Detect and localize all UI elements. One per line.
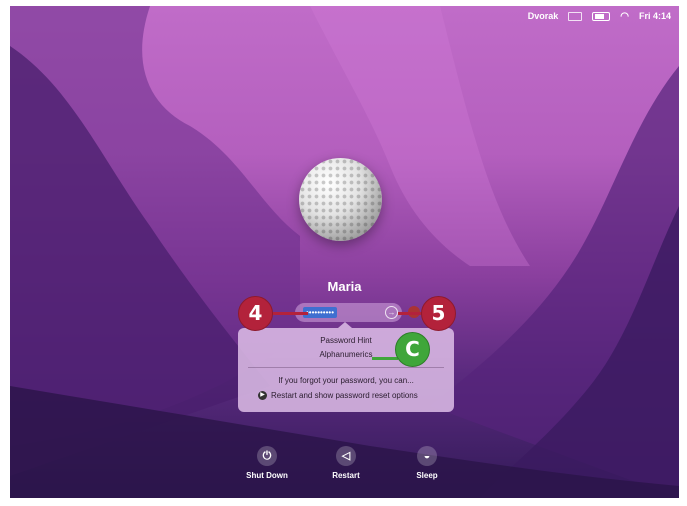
sleep-icon: ◒ <box>417 446 437 466</box>
callout-4: 4 <box>238 296 273 331</box>
login-screen: Dvorak ◠ Fri 4:14 Maria •••••••••• → Pas… <box>10 6 679 498</box>
shutdown-label: Shut Down <box>246 471 288 480</box>
keyboard-layout-label[interactable]: Dvorak <box>528 11 559 21</box>
user-name: Maria <box>327 279 362 294</box>
password-masked-text: •••••••••• <box>303 307 338 318</box>
sleep-label: Sleep <box>416 471 438 480</box>
menu-bar: Dvorak ◠ Fri 4:14 <box>528 6 671 26</box>
sleep-button[interactable]: ◒ Sleep <box>397 446 457 480</box>
battery-icon[interactable] <box>592 11 611 21</box>
reset-password-link[interactable]: ▶ Restart and show password reset option… <box>258 391 418 400</box>
callout-4-leader <box>268 312 308 315</box>
wifi-icon[interactable]: ◠ <box>620 11 629 22</box>
power-icon: ⏻ <box>257 446 277 466</box>
password-field[interactable]: •••••••••• → <box>295 303 402 322</box>
keyboard-icon[interactable] <box>568 11 583 21</box>
forgot-password-text: If you forgot your password, you can... <box>278 376 414 385</box>
callout-c: C <box>395 332 430 367</box>
wallpaper <box>10 6 679 498</box>
clock: Fri 4:14 <box>638 11 671 21</box>
restart-icon: ◁ <box>336 446 356 466</box>
reset-password-label: Restart and show password reset options <box>271 391 418 400</box>
callout-5: 5 <box>421 296 456 331</box>
user-avatar[interactable] <box>299 158 382 241</box>
restart-label: Restart <box>332 471 360 480</box>
arrow-right-icon: ▶ <box>258 391 267 400</box>
shutdown-button[interactable]: ⏻ Shut Down <box>237 446 297 480</box>
submit-arrow-icon[interactable]: → <box>385 306 398 319</box>
divider <box>248 367 444 368</box>
restart-button[interactable]: ◁ Restart <box>316 446 376 480</box>
callout-c-leader <box>372 357 398 360</box>
